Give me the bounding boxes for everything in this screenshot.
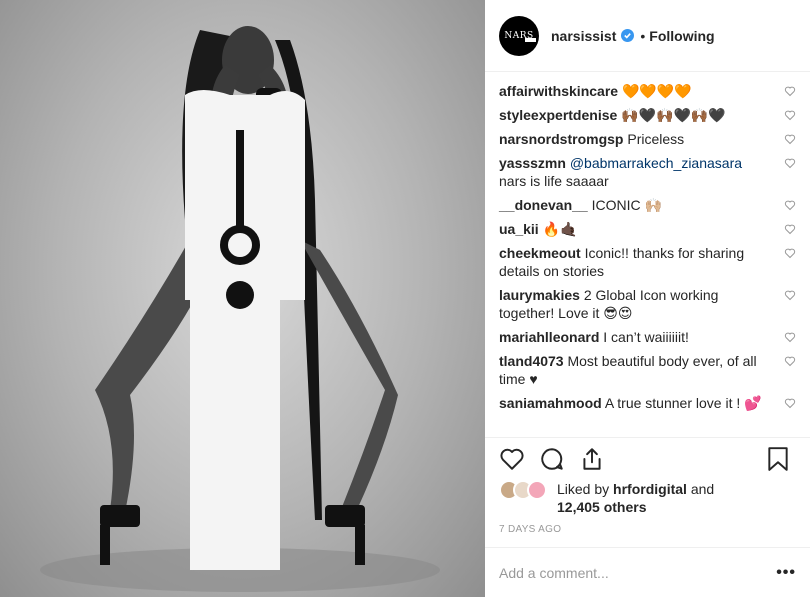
header-username[interactable]: narsissist: [551, 28, 616, 44]
add-comment-bar: •••: [485, 547, 810, 597]
comment-like-icon[interactable]: [784, 199, 796, 211]
liker-username[interactable]: hrfordigital: [613, 481, 687, 497]
comment: tland4073 Most beautiful body ever, of a…: [499, 352, 796, 388]
comment-username[interactable]: styleexpertdenise: [499, 107, 617, 123]
comment-like-icon[interactable]: [784, 331, 796, 343]
comment: yassszmn @babmarrakech_zianasara nars is…: [499, 154, 796, 190]
comment-text: ICONIC 🙌🏼: [591, 197, 662, 213]
comment: laurymakies 2 Global Icon working togeth…: [499, 286, 796, 322]
photo-illustration: [40, 26, 440, 592]
post-timestamp[interactable]: 7 DAYS AGO: [499, 524, 561, 535]
post-header: NARS narsissist • Following: [485, 0, 810, 72]
likes-summary: Liked by hrfordigital and 12,405 others: [499, 478, 799, 518]
comment-like-icon[interactable]: [784, 109, 796, 121]
comment-text: nars is life saaaar: [499, 173, 609, 189]
comment-like-icon[interactable]: [784, 133, 796, 145]
header-separator: •: [640, 27, 646, 44]
profile-avatar[interactable]: NARS: [499, 15, 539, 56]
comment-username[interactable]: __donevan__: [499, 197, 588, 213]
post-panel: NARS narsissist • Following affairwithsk…: [485, 0, 810, 597]
comment-text: I can’t waiiiiiit!: [603, 329, 689, 345]
comment-username[interactable]: laurymakies: [499, 287, 580, 303]
comment-like-icon[interactable]: [784, 85, 796, 97]
comment-username[interactable]: yassszmn: [499, 155, 566, 171]
comment-mention[interactable]: @babmarrakech_zianasara: [570, 155, 742, 171]
comment-like-icon[interactable]: [784, 289, 796, 301]
comment-username[interactable]: affairwithskincare: [499, 83, 618, 99]
comment-username[interactable]: narsnordstromgsp: [499, 131, 623, 147]
comment-text: A true stunner love it ! 💕: [604, 395, 762, 411]
comment: saniamahmood A true stunner love it ! 💕: [499, 394, 796, 412]
comment-username[interactable]: saniamahmood: [499, 395, 602, 411]
comment-like-icon[interactable]: [784, 223, 796, 235]
likes-text: Liked by hrfordigital and 12,405 others: [557, 480, 787, 516]
comment-username[interactable]: tland4073: [499, 353, 564, 369]
comment: affairwithskincare 🧡🧡🧡🧡: [499, 82, 796, 100]
comment-username[interactable]: ua_kii: [499, 221, 539, 237]
comment-like-icon[interactable]: [784, 355, 796, 367]
comment-like-icon[interactable]: [784, 397, 796, 409]
comment-text: 🧡🧡🧡🧡: [621, 83, 692, 99]
likes-prefix: Liked by: [557, 481, 610, 497]
comment-text: Priceless: [627, 131, 685, 147]
save-bookmark-icon[interactable]: [766, 446, 790, 472]
following-button[interactable]: Following: [649, 28, 714, 44]
comment: narsnordstromgsp Priceless: [499, 130, 796, 148]
comment-like-icon[interactable]: [784, 157, 796, 169]
comment-bubble-icon[interactable]: [539, 446, 565, 472]
comment-text: 🙌🏾🖤🙌🏾🖤🙌🏾🖤: [621, 107, 726, 123]
comment: __donevan__ ICONIC 🙌🏼: [499, 196, 796, 214]
comment-username[interactable]: cheekmeout: [499, 245, 581, 261]
comment: cheekmeout Iconic!! thanks for sharing d…: [499, 244, 796, 280]
comment-username[interactable]: mariahlleonard: [499, 329, 599, 345]
comment-like-icon[interactable]: [784, 247, 796, 259]
comments-list[interactable]: affairwithskincare 🧡🧡🧡🧡 styleexpertdenis…: [485, 72, 810, 437]
comment: mariahlleonard I can’t waiiiiiit!: [499, 328, 796, 346]
comment: ua_kii 🔥🤙🏿: [499, 220, 796, 238]
liker-avatars[interactable]: [499, 480, 547, 502]
post-photo[interactable]: [0, 0, 485, 597]
add-comment-input[interactable]: [499, 564, 777, 581]
likes-and: and: [690, 481, 715, 497]
verified-icon: [621, 29, 635, 42]
comment-text: 🔥🤙🏿: [542, 221, 578, 237]
like-heart-icon[interactable]: [499, 446, 525, 472]
action-bar: [485, 437, 810, 481]
more-options-icon[interactable]: •••: [776, 564, 796, 582]
liker-avatar: [527, 480, 547, 500]
share-icon[interactable]: [579, 446, 605, 472]
comment: styleexpertdenise 🙌🏾🖤🙌🏾🖤🙌🏾🖤: [499, 106, 796, 124]
likes-count[interactable]: 12,405 others: [557, 499, 647, 515]
avatar-badge: [525, 37, 536, 42]
